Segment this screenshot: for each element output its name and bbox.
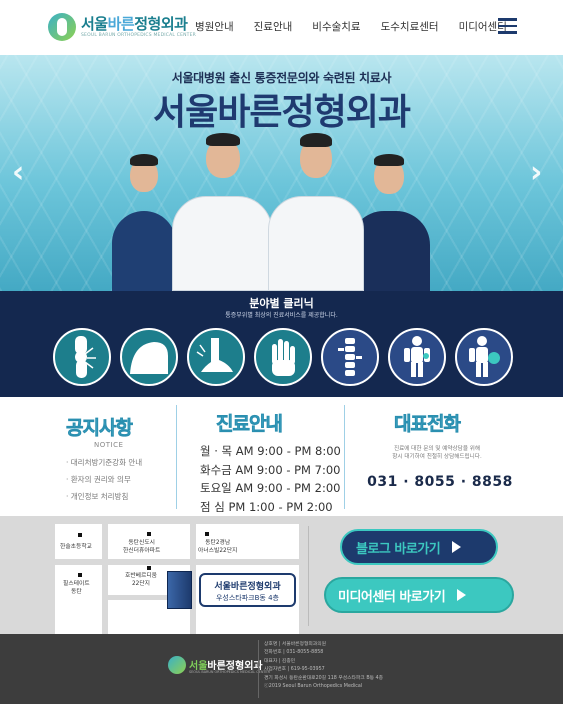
knee-icon[interactable] <box>53 328 111 386</box>
page: 서울바른정형외과 SEOUL BARUN ORTHOPEDICS MEDICAL… <box>0 0 563 704</box>
blog-button[interactable]: 블로그 바로가기 <box>340 529 498 565</box>
location-map[interactable]: 한솔초등학교 동탄신도시 한신더휴아파트 동탄2경남 아너스빌22단지 힐스테이트 동… <box>55 519 299 634</box>
nav-manual-therapy[interactable]: 도수치료센터 <box>381 19 439 34</box>
map-label-hills: 힐스테이트 동탄 <box>63 581 90 595</box>
notice-item[interactable]: · 개인정보 처리방침 <box>66 491 142 502</box>
hamburger-icon[interactable] <box>498 18 517 34</box>
chevron-left-icon[interactable]: ‹ <box>12 155 24 190</box>
notice-title[interactable]: 공지사항 <box>66 413 134 440</box>
contact-title: 대표전화 <box>394 413 462 436</box>
pin-title: 서울바른정형외과 <box>214 582 281 592</box>
media-center-button[interactable]: 미디어센터 바로가기 <box>324 577 514 613</box>
nav-hospital-info[interactable]: 병원안내 <box>195 19 234 34</box>
footer-line: 상호명 | 서울바른정형외과의원 <box>264 642 327 647</box>
logo-subtitle: SEOUL BARUN ORTHOPEDICS MEDICAL CENTER <box>81 33 196 38</box>
footer-line: 대표자 | 김종민 <box>264 658 296 664</box>
footer-line: 사업자번호 | 619-95-03957 <box>264 667 325 673</box>
sports-injury-icon[interactable] <box>455 328 513 386</box>
contact-desc-line: 항시 대기하여 친절히 상담해드립니다. <box>392 454 482 460</box>
clinic-building-icon <box>167 571 192 609</box>
ankle-icon[interactable] <box>187 328 245 386</box>
spine-icon[interactable] <box>321 328 379 386</box>
notice-item[interactable]: · 대리처방기준강화 안내 <box>66 457 142 468</box>
media-center-button-label: 미디어센터 바로가기 <box>338 589 446 605</box>
hours-row: 점 심 PM 1:00 - PM 2:00 <box>200 499 333 514</box>
map-label-school: 한솔초등학교 <box>60 544 92 550</box>
hours-row: 화수금 AM 9:00 - PM 7:00 <box>200 462 341 477</box>
chevron-right-icon[interactable]: › <box>530 155 542 190</box>
logo-text-main: 서울 <box>81 15 108 33</box>
logo-text-accent: 바른 <box>107 15 135 33</box>
clinic-subtitle: 통증부위별 최상의 진료서비스를 제공합니다. <box>225 312 338 319</box>
footer-logo: 서울바른정형외과 SEOUL BARUN ORTHOPEDICS MEDICAL… <box>168 656 270 680</box>
map-label-apt1: 동탄신도시 한신더휴아파트 <box>123 540 161 554</box>
doctor-photo-3 <box>268 126 364 291</box>
footer-info: 상호명 | 서울바른정형외과의원 전화번호 | 031-8055-8858 대표… <box>264 641 383 691</box>
hours-row: 월 · 목 AM 9:00 - PM 8:00 <box>200 444 341 458</box>
site-header: 서울바른정형외과 SEOUL BARUN ORTHOPEDICS MEDICAL… <box>0 0 563 55</box>
body-pain-icon[interactable] <box>388 328 446 386</box>
contact-description: 진료에 대한 문의 및 예약상담을 위해 항시 대기하여 친절히 상담해드립니다… <box>362 445 512 461</box>
logo-text: 서울바른정형외과 <box>81 13 188 34</box>
hand-icon[interactable] <box>254 328 312 386</box>
phone-number[interactable]: 031 · 8055 · 8858 <box>360 474 520 490</box>
divider <box>176 405 177 509</box>
divider <box>308 526 309 626</box>
hours-table: 월 · 목 AM 9:00 - PM 8:00 화수금 AM 9:00 - PM… <box>200 443 341 517</box>
site-logo[interactable]: 서울바른정형외과 SEOUL BARUN ORTHOPEDICS MEDICAL… <box>48 11 208 45</box>
map-label-apt2: 동탄2경남 아너스빌22단지 <box>198 540 238 554</box>
map-label-hoban: 호반베르디움 22단지 <box>125 573 157 587</box>
nav-treatment-info[interactable]: 진료안내 <box>254 19 293 34</box>
doctor-photo-1 <box>112 146 176 291</box>
divider <box>258 640 259 698</box>
footer-line: 전화번호 | 031-8055-8858 <box>264 650 324 656</box>
info-section: 공지사항 NOTICE · 대리처방기준강화 안내 · 환자의 권리와 의무 ·… <box>0 397 563 516</box>
location-section: 한솔초등학교 동탄신도시 한신더휴아파트 동탄2경남 아너스빌22단지 힐스테이트 동… <box>0 516 563 634</box>
clinic-location-pin: 서울바른정형외과 우성스타파크B동 4층 <box>199 573 296 607</box>
hours-title: 진료안내 <box>216 413 284 436</box>
footer-line: ⓒ2019 Seoul Barun Orthopedics Medical <box>264 684 363 690</box>
play-arrow-icon <box>452 541 462 553</box>
pin-address: 우성스타파크B동 4층 <box>215 594 279 602</box>
clinic-title: 분야별 클리닉 <box>249 297 314 310</box>
hours-row: 토요일 AM 9:00 - PM 2:00 <box>200 481 341 495</box>
footer-line: 경기 화성시 동탄순환대로20길 118 우성스타파크 B동 4층 <box>264 675 384 681</box>
logo-mark-icon <box>168 656 186 674</box>
logo-mark-icon <box>48 13 76 41</box>
doctor-photo-2 <box>172 126 272 291</box>
blog-button-label: 블로그 바로가기 <box>356 541 441 557</box>
divider <box>344 405 345 509</box>
notice-list: · 대리처방기준강화 안내 · 환자의 권리와 의무 · 개인정보 처리방침 <box>66 457 142 508</box>
clinic-section: 분야별 클리닉 통증부위별 최상의 진료서비스를 제공합니다. <box>0 291 563 397</box>
play-arrow-icon <box>457 589 467 601</box>
nav-nonsurgical[interactable]: 비수술치료 <box>312 19 360 34</box>
main-nav: 병원안내 진료안내 비수술치료 도수치료센터 미디어센터 <box>195 19 507 34</box>
hero-banner: 서울대병원 출신 통증전문의와 숙련된 치료사 서울바른정형외과 ‹ › <box>0 55 563 291</box>
site-footer: 서울바른정형외과 SEOUL BARUN ORTHOPEDICS MEDICAL… <box>0 634 563 704</box>
shoulder-icon[interactable] <box>120 328 178 386</box>
logo-text-rest: 정형외과 <box>134 15 188 33</box>
notice-label: NOTICE <box>94 441 124 449</box>
contact-desc-line: 진료에 대한 문의 및 예약상담을 위해 <box>393 446 481 452</box>
notice-item[interactable]: · 환자의 권리와 의무 <box>66 474 142 485</box>
